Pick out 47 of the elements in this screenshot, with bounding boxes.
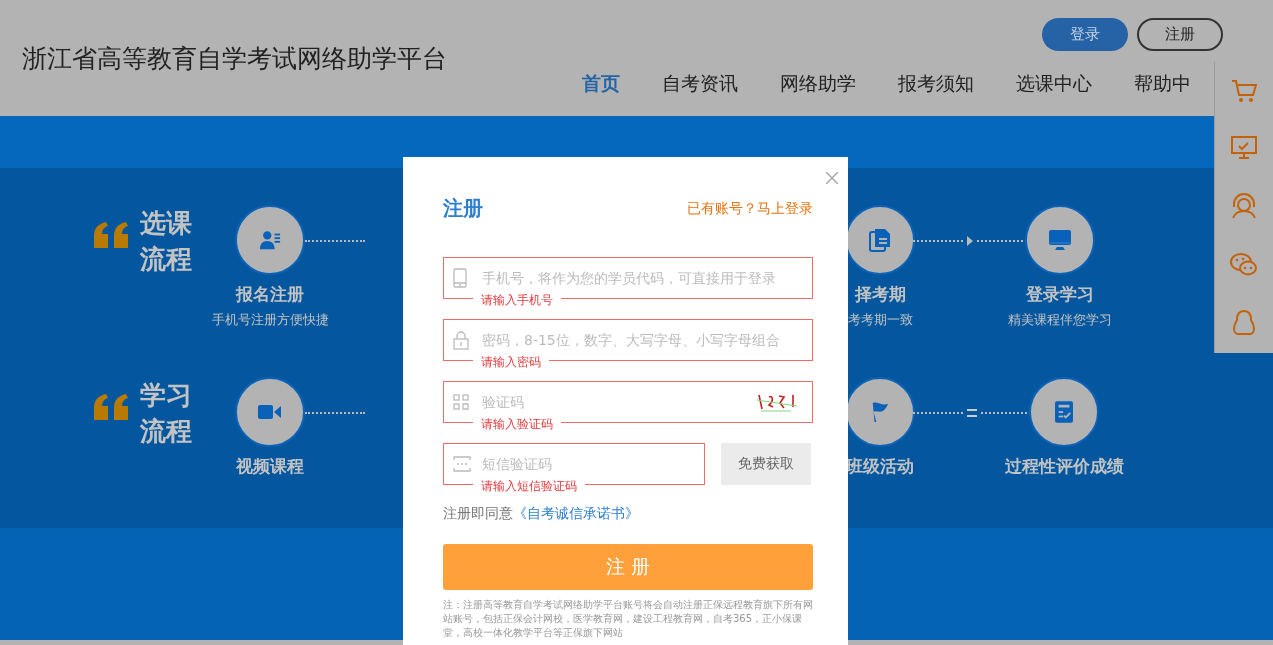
nav-link[interactable]: 帮助中 — [1134, 71, 1191, 97]
step-title: 过程性评价成绩 — [1004, 454, 1124, 478]
flag-icon — [870, 400, 890, 423]
step-subtitle: 手机号注册方便快捷 — [211, 311, 329, 329]
lock-icon — [453, 330, 469, 350]
nav-link[interactable]: 自考资讯 — [662, 71, 738, 97]
close-icon[interactable] — [826, 172, 838, 184]
phone-icon — [453, 268, 467, 288]
step-subtitle: 精美课程伴您学习 — [1008, 311, 1112, 329]
login-button[interactable]: 登录 — [1042, 18, 1128, 51]
nav-link[interactable]: 选课中心 — [1016, 71, 1092, 97]
step-title: 报名注册 — [236, 283, 304, 306]
nav-link[interactable]: 网络助学 — [780, 71, 856, 97]
headset-icon[interactable] — [1231, 193, 1257, 220]
step-title: 择考期 — [854, 283, 906, 306]
agreement-link[interactable]: 《自考诚信承诺书》 — [513, 505, 639, 521]
step-title: 登录学习 — [1026, 283, 1094, 306]
chat-bubbles-icon[interactable] — [1230, 252, 1258, 277]
error-message: 请输入短信验证码 — [473, 478, 585, 494]
message-icon — [453, 456, 471, 472]
section-title: 流程 — [140, 243, 193, 276]
document-icon — [869, 228, 891, 252]
note-text: 注：注册高等教育自学考试网络助学平台账号将会自动注册正保远程教育旗下所有网站账号，包括正保会计网校，医学教育网，建设工程教育网，自考365，正小保课堂，高校一体化教学平台等正保旗下网站 — [443, 598, 813, 640]
section-title: 流程 — [140, 414, 193, 448]
person-icon — [259, 229, 281, 251]
monitor-icon[interactable] — [1231, 136, 1257, 161]
section-title: 学习 — [140, 378, 193, 412]
dialog-title: 注册 — [443, 195, 483, 222]
site-title: 浙江省高等教育自学考试网络助学平台 — [22, 43, 447, 75]
error-message: 请输入密码 — [473, 354, 549, 370]
error-message: 请输入验证码 — [473, 416, 561, 432]
cart-icon[interactable] — [1231, 78, 1257, 103]
agreement-text: 注册即同意《自考诚信承诺书》 — [443, 505, 640, 523]
step-title: 视频课程 — [236, 454, 304, 478]
nav-link[interactable]: 报考须知 — [898, 71, 974, 97]
error-message: 请输入手机号 — [473, 292, 561, 308]
arrow-icon — [967, 236, 973, 246]
penguin-icon[interactable] — [1233, 310, 1255, 337]
monitor-icon — [1048, 229, 1072, 251]
qr-code-icon — [453, 394, 469, 410]
score-sheet-icon — [1055, 400, 1073, 423]
video-camera-icon — [258, 403, 282, 420]
step-subtitle: 考考期一致 — [847, 311, 913, 329]
get-code-button[interactable]: 免费获取 — [721, 443, 811, 485]
section-title: 选课 — [140, 207, 193, 240]
register-button[interactable]: 注册 — [1137, 18, 1223, 51]
equals-icon — [967, 408, 977, 417]
